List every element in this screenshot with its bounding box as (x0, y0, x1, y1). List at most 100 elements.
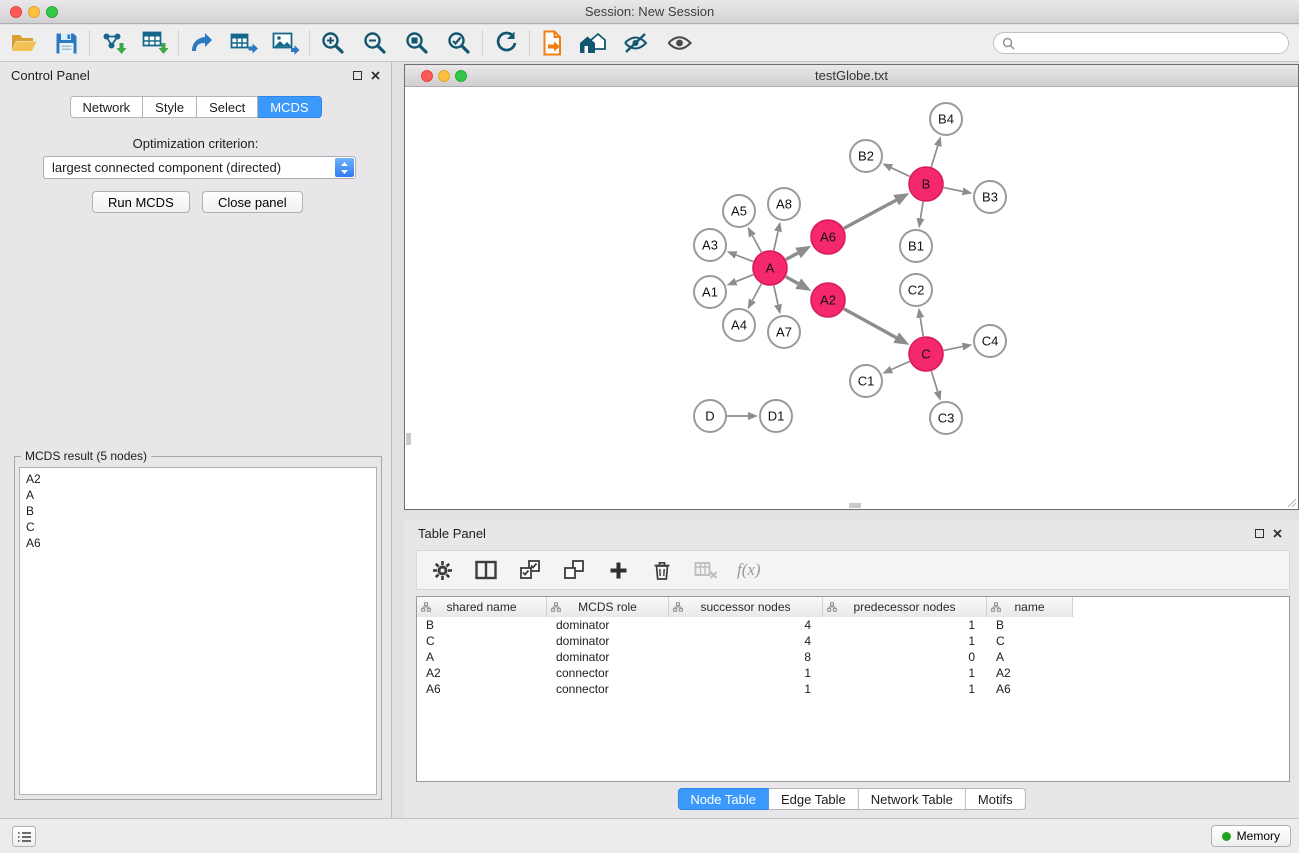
edge-C-C1[interactable] (892, 361, 910, 369)
add-column-button[interactable] (605, 557, 631, 583)
tab-node-table[interactable]: Node Table (677, 788, 769, 810)
zoom-in-button[interactable] (317, 27, 349, 59)
edge-A-A4[interactable] (752, 284, 761, 301)
close-network-window-button[interactable] (421, 70, 433, 82)
open-recent-file-button[interactable] (537, 27, 569, 59)
graph-node-A7[interactable]: A7 (768, 316, 800, 348)
graph-node-A1[interactable]: A1 (694, 276, 726, 308)
zoom-selected-button[interactable] (443, 27, 475, 59)
tab-select[interactable]: Select (197, 96, 258, 118)
table-row[interactable]: A6connector11A6 (417, 681, 1073, 697)
edge-A-A7[interactable] (774, 286, 778, 305)
graph-node-D1[interactable]: D1 (760, 400, 792, 432)
graph-node-A4[interactable]: A4 (723, 309, 755, 341)
mcds-result-item[interactable]: A6 (26, 535, 370, 551)
close-window-button[interactable] (10, 6, 22, 18)
edge-B-B2[interactable] (891, 168, 909, 177)
column-header-shared-name[interactable]: shared name (417, 597, 547, 617)
column-header-MCDS-role[interactable]: MCDS role (547, 597, 669, 617)
function-builder-button[interactable]: f(x) (737, 557, 761, 583)
tab-network-table[interactable]: Network Table (859, 788, 966, 810)
delete-selected-button[interactable] (649, 557, 675, 583)
table-row[interactable]: Adominator80A (417, 649, 1073, 665)
edge-C-C4[interactable] (944, 347, 963, 351)
hide-graphics-details-button[interactable] (619, 27, 651, 59)
graph-node-A[interactable]: A (753, 251, 787, 285)
zoom-window-button[interactable] (46, 6, 58, 18)
apply-layout-button[interactable] (490, 27, 522, 59)
import-table-button[interactable] (139, 27, 171, 59)
export-image-button[interactable] (270, 27, 302, 59)
deselect-all-button[interactable] (561, 557, 587, 583)
close-panel-button[interactable]: Close panel (202, 191, 303, 213)
show-graphics-details-button[interactable] (663, 27, 695, 59)
save-session-button[interactable] (50, 27, 82, 59)
graph-node-B[interactable]: B (909, 167, 943, 201)
graph-node-A5[interactable]: A5 (723, 195, 755, 227)
table-row[interactable]: A2connector11A2 (417, 665, 1073, 681)
new-network-from-selection-button[interactable] (186, 27, 218, 59)
import-network-button[interactable] (97, 27, 129, 59)
edge-A2-C[interactable] (844, 309, 896, 338)
column-header-predecessor-nodes[interactable]: predecessor nodes (823, 597, 987, 617)
memory-button[interactable]: Memory (1211, 825, 1291, 847)
tab-edge-table[interactable]: Edge Table (769, 788, 859, 810)
table-settings-button[interactable] (429, 557, 455, 583)
graph-node-A6[interactable]: A6 (811, 220, 845, 254)
open-file-button[interactable] (8, 27, 40, 59)
horizontal-scroll-hint[interactable] (849, 503, 861, 508)
zoom-fit-button[interactable] (401, 27, 433, 59)
network-canvas[interactable]: AA1A2A3A4A5A6A7A8BB1B2B3B4CC1C2C3C4DD1 (405, 87, 1298, 509)
graph-node-A2[interactable]: A2 (811, 283, 845, 317)
graph-node-C1[interactable]: C1 (850, 365, 882, 397)
graph-node-B1[interactable]: B1 (900, 230, 932, 262)
mcds-result-item[interactable]: A2 (26, 471, 370, 487)
edge-A6-B[interactable] (844, 200, 896, 228)
table-row[interactable]: Cdominator41C (417, 633, 1073, 649)
mcds-result-item[interactable]: C (26, 519, 370, 535)
tab-style[interactable]: Style (143, 96, 197, 118)
mcds-result-list[interactable]: A2ABCA6 (19, 467, 377, 795)
edge-C-C2[interactable] (920, 318, 923, 337)
float-panel-icon[interactable] (353, 71, 362, 80)
edge-B-B1[interactable] (921, 202, 924, 219)
graph-node-D[interactable]: D (694, 400, 726, 432)
zoom-network-window-button[interactable] (455, 70, 467, 82)
minimize-network-window-button[interactable] (438, 70, 450, 82)
edge-A-A3[interactable] (736, 255, 753, 262)
graph-node-C4[interactable]: C4 (974, 325, 1006, 357)
column-header-name[interactable]: name (987, 597, 1073, 617)
home-button[interactable] (577, 27, 609, 59)
edge-B-B3[interactable] (944, 188, 963, 192)
search-input[interactable] (1020, 34, 1288, 52)
graph-node-A3[interactable]: A3 (694, 229, 726, 261)
float-table-panel-icon[interactable] (1255, 529, 1264, 538)
edge-A-A1[interactable] (736, 275, 753, 282)
criterion-dropdown[interactable]: largest connected component (directed) (43, 156, 356, 179)
select-all-button[interactable] (517, 557, 543, 583)
close-panel-icon[interactable] (371, 71, 380, 80)
graph-node-C[interactable]: C (909, 337, 943, 371)
tab-network[interactable]: Network (69, 96, 143, 118)
mcds-result-item[interactable]: A (26, 487, 370, 503)
minimize-window-button[interactable] (28, 6, 40, 18)
graph-node-B3[interactable]: B3 (974, 181, 1006, 213)
graph-node-B4[interactable]: B4 (930, 103, 962, 135)
resize-grip-icon[interactable] (1285, 496, 1297, 508)
export-table-button[interactable] (228, 27, 260, 59)
edge-A-A5[interactable] (752, 236, 761, 253)
tab-mcds[interactable]: MCDS (258, 96, 321, 118)
toolbar-search[interactable] (993, 32, 1289, 54)
graph-node-C2[interactable]: C2 (900, 274, 932, 306)
edge-B-B4[interactable] (931, 146, 938, 167)
edge-A-A2[interactable] (786, 277, 798, 284)
edge-C-C3[interactable] (931, 371, 937, 391)
delete-table-button[interactable] (693, 557, 719, 583)
vertical-scroll-hint[interactable] (406, 433, 411, 445)
show-columns-button[interactable] (473, 557, 499, 583)
zoom-out-button[interactable] (359, 27, 391, 59)
run-mcds-button[interactable]: Run MCDS (92, 191, 190, 213)
table-row[interactable]: Bdominator41B (417, 617, 1073, 633)
close-table-panel-icon[interactable] (1273, 529, 1282, 538)
graph-node-A8[interactable]: A8 (768, 188, 800, 220)
